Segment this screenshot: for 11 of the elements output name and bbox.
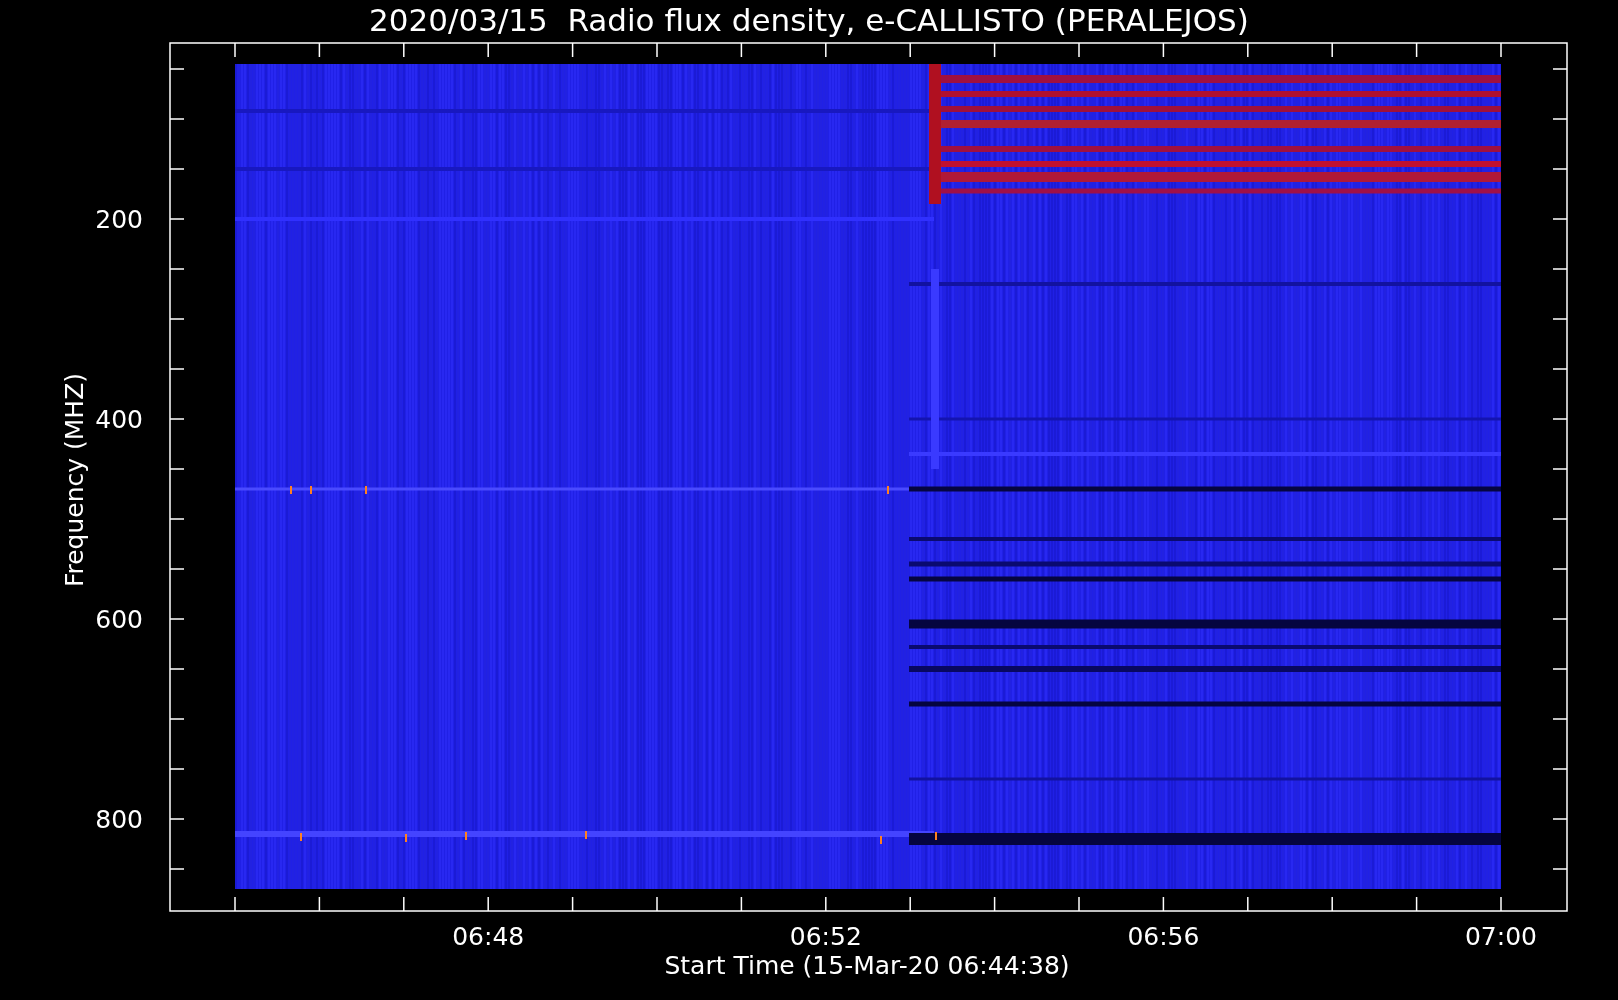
x-tick-label: 06:48 <box>452 922 525 951</box>
y-tick-label: 800 <box>95 805 143 834</box>
y-tick-label: 600 <box>95 605 143 634</box>
y-tick-label: 200 <box>95 205 143 234</box>
y-tick-label: 400 <box>95 405 143 434</box>
x-tick-label: 06:52 <box>789 922 862 951</box>
chart-title: 2020/03/15 Radio flux density, e-CALLISTO (PERALEJOS) <box>369 2 1249 38</box>
y-axis-label: Frequency (MHZ) <box>60 372 89 588</box>
x-tick-label: 06:56 <box>1127 922 1200 951</box>
x-tick-label: 07:00 <box>1465 922 1537 951</box>
x-axis-label: Start Time (15-Mar-20 06:44:38) <box>664 951 1070 980</box>
